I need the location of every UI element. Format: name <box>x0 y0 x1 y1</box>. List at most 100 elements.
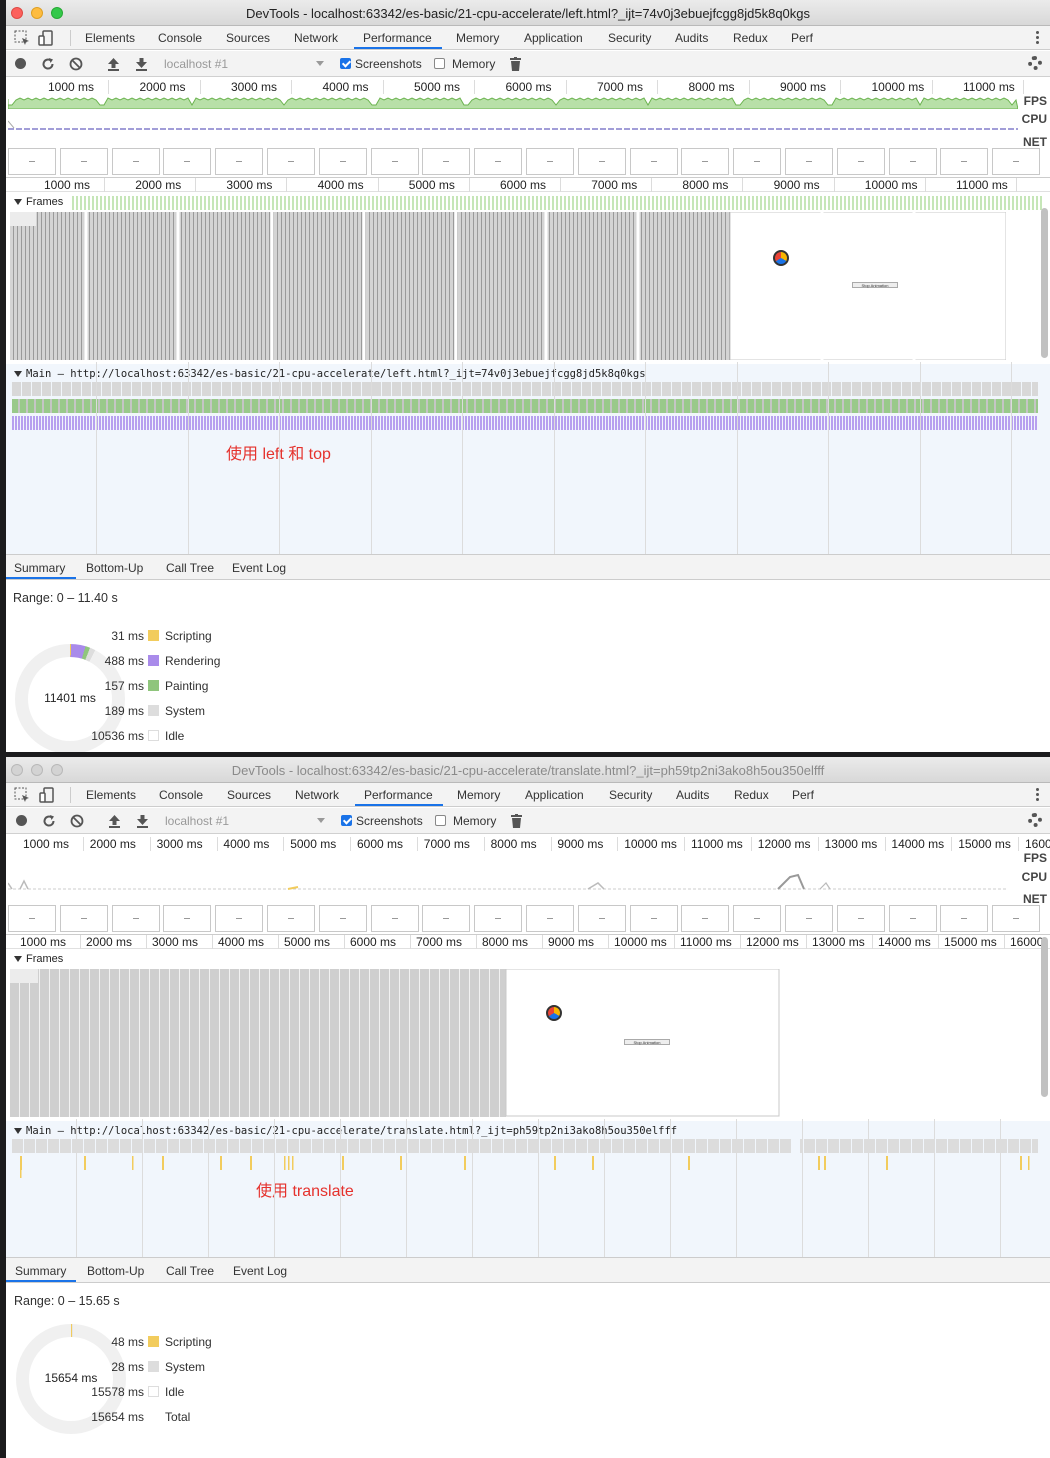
screenshot-thumbnail[interactable] <box>526 905 574 932</box>
screenshot-thumbnail[interactable] <box>836 148 885 175</box>
tab-audits[interactable]: Audits <box>675 31 708 45</box>
screenshot-thumbnail[interactable] <box>163 905 212 932</box>
more-options-icon[interactable] <box>1036 788 1040 802</box>
tab-summary[interactable]: Summary <box>15 1264 66 1278</box>
screenshot-thumbnail[interactable] <box>59 905 108 932</box>
screenshot-thumbnail[interactable] <box>992 905 1041 932</box>
main-thread-label[interactable]: Main — http://localhost:63342/es-basic/2… <box>14 368 646 380</box>
screenshot-thumbnail[interactable] <box>526 148 574 175</box>
frames-group-toggle[interactable]: Frames <box>14 953 63 965</box>
record-icon[interactable] <box>15 814 28 827</box>
screenshot-thumbnail[interactable] <box>422 905 471 932</box>
screenshot-thumbnail[interactable] <box>888 905 937 932</box>
screenshot-thumbnail[interactable] <box>940 148 989 175</box>
tab-console[interactable]: Console <box>159 788 203 802</box>
tab-application[interactable]: Application <box>525 788 584 802</box>
tab-performance[interactable]: Performance <box>364 788 433 802</box>
tab-summary[interactable]: Summary <box>14 561 65 575</box>
device-toolbar-icon[interactable] <box>39 787 55 803</box>
tab-console[interactable]: Console <box>158 31 202 45</box>
screenshot-thumbnail[interactable] <box>577 905 626 932</box>
capture-settings-gear-icon[interactable] <box>1028 56 1042 70</box>
screenshot-thumbnail[interactable] <box>422 148 471 175</box>
screenshot-thumbnail[interactable] <box>163 148 212 175</box>
screenshot-thumbnail[interactable] <box>474 905 523 932</box>
screenshot-thumbnail[interactable] <box>681 148 730 175</box>
tab-bottom-up[interactable]: Bottom-Up <box>86 561 143 575</box>
garbage-collect-icon[interactable] <box>510 57 521 71</box>
memory-checkbox[interactable] <box>435 815 446 826</box>
tab-network[interactable]: Network <box>295 788 339 802</box>
screenshot-thumbnail[interactable] <box>318 905 367 932</box>
reload-record-icon[interactable] <box>42 814 56 828</box>
screenshot-thumbnail[interactable] <box>474 148 523 175</box>
memory-checkbox[interactable] <box>434 58 445 69</box>
tab-memory[interactable]: Memory <box>457 788 500 802</box>
tab-redux[interactable]: Redux <box>734 788 769 802</box>
screenshot-thumbnail[interactable] <box>733 905 782 932</box>
screenshots-checkbox[interactable] <box>341 815 352 826</box>
screenshot-thumbnail[interactable] <box>370 905 419 932</box>
screenshot-thumbnail[interactable] <box>267 148 315 175</box>
tab-call-tree[interactable]: Call Tree <box>166 1264 214 1278</box>
screenshot-thumbnail[interactable] <box>59 148 108 175</box>
inspect-element-icon[interactable] <box>14 787 30 803</box>
screenshot-thumbnail[interactable] <box>681 905 730 932</box>
screenshot-thumbnail[interactable] <box>836 905 885 932</box>
screenshot-thumbnail[interactable] <box>785 905 833 932</box>
load-profile-icon[interactable] <box>108 814 121 828</box>
tab-perf[interactable]: Perf <box>792 788 814 802</box>
more-options-icon[interactable] <box>1036 31 1040 45</box>
flame-scrollbar[interactable] <box>1041 937 1048 1097</box>
tab-application[interactable]: Application <box>524 31 583 45</box>
screenshot-thumbnail[interactable] <box>785 148 833 175</box>
screenshot-thumbnail[interactable] <box>629 905 678 932</box>
screenshots-checkbox[interactable] <box>340 58 351 69</box>
tab-audits[interactable]: Audits <box>676 788 709 802</box>
tab-call-tree[interactable]: Call Tree <box>166 561 214 575</box>
record-icon[interactable] <box>14 57 27 70</box>
screenshot-thumbnail[interactable] <box>940 905 989 932</box>
flame-chart[interactable]: 1000 ms 2000 ms 3000 ms 4000 ms 5000 ms 6000 … <box>6 177 1050 554</box>
screenshot-thumbnail[interactable] <box>992 148 1041 175</box>
inspect-element-icon[interactable] <box>14 30 30 46</box>
target-select[interactable]: localhost #1 <box>161 812 327 830</box>
target-select[interactable]: localhost #1 <box>160 55 326 73</box>
tab-redux[interactable]: Redux <box>733 31 768 45</box>
capture-settings-gear-icon[interactable] <box>1028 813 1042 827</box>
screenshot-thumbnail[interactable] <box>318 148 367 175</box>
screenshot-thumbnail[interactable] <box>215 905 264 932</box>
tab-network[interactable]: Network <box>294 31 338 45</box>
flame-chart[interactable]: 1000 ms 2000 ms 3000 ms 4000 ms 5000 ms 6000 … <box>6 934 1050 1257</box>
screenshot-thumbnail[interactable] <box>733 148 782 175</box>
clear-icon[interactable] <box>69 57 83 71</box>
tab-event-log[interactable]: Event Log <box>233 1264 287 1278</box>
screenshot-thumbnail[interactable] <box>215 148 264 175</box>
tab-event-log[interactable]: Event Log <box>232 561 286 575</box>
window-titlebar[interactable]: DevTools - localhost:63342/es-basic/21-c… <box>6 757 1050 783</box>
tab-elements[interactable]: Elements <box>85 31 135 45</box>
load-profile-icon[interactable] <box>107 57 120 71</box>
tab-security[interactable]: Security <box>608 31 651 45</box>
screenshot-thumbnail[interactable] <box>267 905 315 932</box>
reload-record-icon[interactable] <box>41 57 55 71</box>
screenshot-thumbnail[interactable] <box>111 148 160 175</box>
screenshot-thumbnail[interactable] <box>577 148 626 175</box>
tab-performance[interactable]: Performance <box>363 31 432 45</box>
garbage-collect-icon[interactable] <box>511 814 522 828</box>
tab-elements[interactable]: Elements <box>86 788 136 802</box>
clear-icon[interactable] <box>70 814 84 828</box>
screenshot-thumbnail[interactable] <box>370 148 419 175</box>
screenshot-thumbnail[interactable] <box>888 148 937 175</box>
flame-scrollbar[interactable] <box>1041 208 1048 358</box>
tab-sources[interactable]: Sources <box>227 788 271 802</box>
tab-memory[interactable]: Memory <box>456 31 499 45</box>
timeline-overview[interactable]: 1000 ms 2000 ms 3000 ms 4000 ms 5000 ms 6000 … <box>6 78 1050 176</box>
tab-sources[interactable]: Sources <box>226 31 270 45</box>
window-titlebar[interactable]: DevTools - localhost:63342/es-basic/21-c… <box>6 0 1050 26</box>
save-profile-icon[interactable] <box>136 814 149 828</box>
tab-bottom-up[interactable]: Bottom-Up <box>87 1264 144 1278</box>
screenshot-thumbnail[interactable] <box>8 905 56 932</box>
screenshot-thumbnail[interactable] <box>8 148 56 175</box>
screenshot-thumbnail[interactable] <box>111 905 160 932</box>
